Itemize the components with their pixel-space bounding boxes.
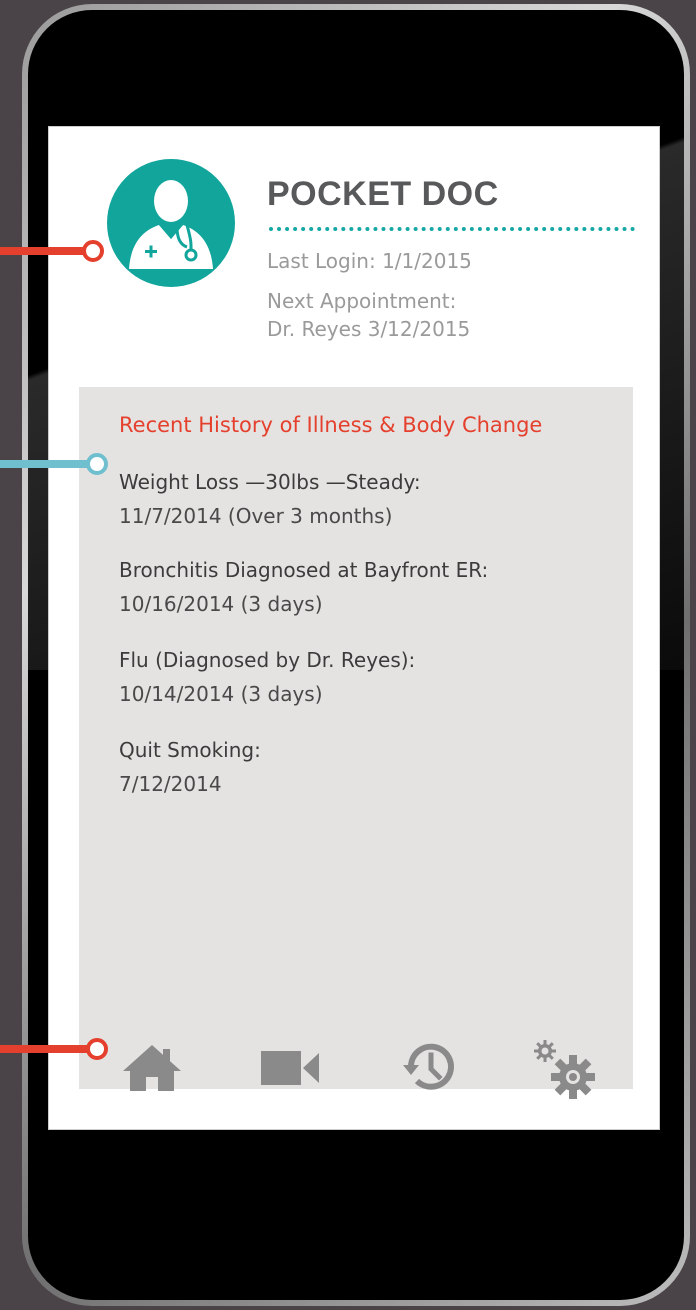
next-appointment-value: Dr. Reyes 3/12/2015: [267, 317, 471, 341]
history-title: Recent History of Illness & Body Change: [119, 413, 543, 437]
history-entry: Bronchitis Diagnosed at Bayfront ER: 10/…: [119, 553, 488, 621]
history-entry: Weight Loss —30lbs —Steady: 11/7/2014 (O…: [119, 465, 421, 533]
callout-connector-nav: [0, 1038, 108, 1060]
home-button[interactable]: [119, 1039, 189, 1099]
history-entry-title: Bronchitis Diagnosed at Bayfront ER:: [119, 558, 489, 582]
title-divider: [269, 227, 635, 231]
history-icon: [397, 1039, 467, 1095]
video-camera-icon: [257, 1039, 327, 1095]
history-button[interactable]: [397, 1039, 467, 1099]
history-entry-title: Weight Loss —30lbs —Steady:: [119, 470, 421, 494]
callout-connector-profile: [0, 240, 104, 262]
history-panel: Recent History of Illness & Body Change …: [79, 387, 633, 1099]
history-entry-date: 10/14/2014 (3 days): [119, 682, 323, 706]
history-entry-date: 10/16/2014 (3 days): [119, 592, 323, 616]
app-title: POCKET DOC: [267, 175, 499, 213]
settings-gears-icon: [531, 1039, 601, 1099]
video-call-button[interactable]: [257, 1039, 327, 1099]
history-entry-date: 11/7/2014 (Over 3 months): [119, 504, 393, 528]
doctor-icon[interactable]: [107, 159, 235, 287]
history-entry-date: 7/12/2014: [119, 772, 222, 796]
history-entry-title: Flu (Diagnosed by Dr. Reyes):: [119, 648, 416, 672]
bottom-nav: [79, 1039, 633, 1099]
history-entry: Flu (Diagnosed by Dr. Reyes): 10/14/2014…: [119, 643, 415, 711]
settings-button[interactable]: [531, 1039, 601, 1099]
home-icon: [119, 1039, 189, 1095]
next-appointment-label: Next Appointment:: [267, 289, 457, 313]
callout-connector-history: [0, 453, 108, 475]
history-entry-title: Quit Smoking:: [119, 738, 261, 762]
next-appointment: Next Appointment: Dr. Reyes 3/12/2015: [267, 287, 470, 343]
history-entry: Quit Smoking: 7/12/2014: [119, 733, 261, 801]
last-login-text: Last Login: 1/1/2015: [267, 249, 472, 273]
app-screen: POCKET DOC Last Login: 1/1/2015 Next App…: [48, 126, 660, 1130]
